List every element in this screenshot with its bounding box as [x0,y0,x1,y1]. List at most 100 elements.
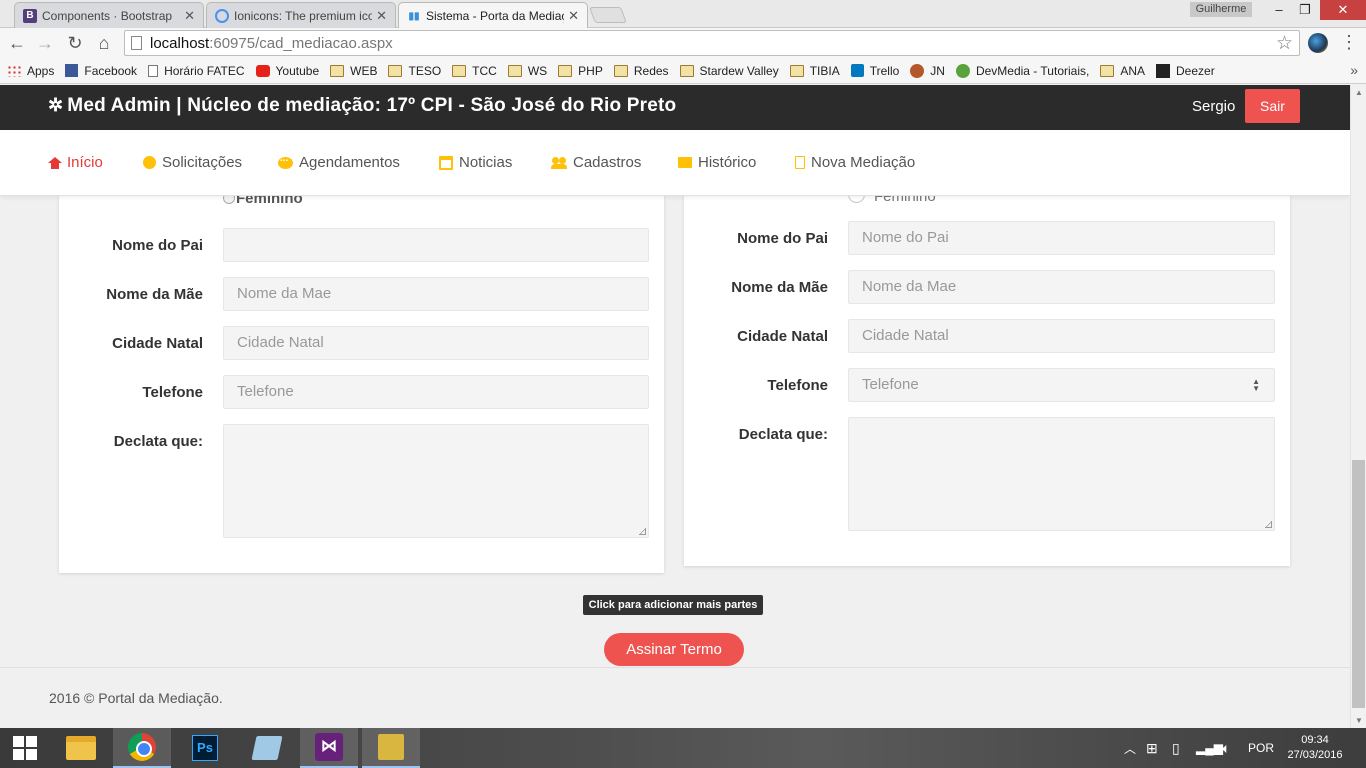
back-icon[interactable]: ← [6,32,28,54]
tray-windows-icon[interactable]: ⊞ [1146,728,1158,768]
tab-ionicons[interactable]: Ionicons: The premium icon ✕ [206,2,396,28]
resize-grip-icon[interactable] [1265,521,1272,528]
page-footer: 2016 © Portal da Mediação. [0,667,1350,728]
bookmark-star-icon[interactable]: ☆ [1276,32,1293,55]
nav-item-inicio[interactable]: Início [48,154,103,171]
taskbar-file-explorer[interactable] [52,728,110,768]
bookmark-label: Stardew Valley [699,63,779,78]
bookmark-web[interactable]: WEB [330,64,377,78]
close-icon[interactable]: ✕ [184,8,195,24]
tools-icon [378,734,404,760]
bookmark-redes[interactable]: Redes [613,63,669,78]
close-icon[interactable]: ✕ [376,8,387,24]
nav-item-nova-mediacao[interactable]: Nova Mediação [795,154,915,171]
close-icon[interactable]: ✕ [568,8,579,24]
address-bar[interactable]: localhost:60975/cad_mediacao.aspx ☆ [124,30,1300,56]
bookmark-label: Facebook [84,63,138,78]
devmedia-icon [955,63,970,78]
bookmark-devmedia[interactable]: DevMedia - Tutoriais, [955,63,1089,78]
bookmark-tibia[interactable]: TIBIA [789,64,840,78]
user-name[interactable]: Sergio [1192,98,1235,115]
chart-icon: ▮▮ [408,10,420,22]
menu-icon[interactable]: ⋮ [1340,32,1358,53]
birth-city-input[interactable]: Cidade Natal [848,319,1275,353]
window-close-icon[interactable]: ✕ [1320,0,1366,20]
bookmark-facebook[interactable]: Facebook [65,64,137,78]
home-button-icon[interactable]: ⌂ [93,32,115,54]
taskbar-notes[interactable] [238,728,296,768]
scroll-down-icon[interactable]: ▼ [1355,716,1363,725]
tab-bootstrap[interactable]: B Components · Bootstrap ✕ [14,2,204,28]
bookmark-jn[interactable]: JN [910,63,945,78]
taskbar-tool[interactable] [362,728,420,768]
bookmark-deezer[interactable]: Deezer [1156,63,1215,78]
system-clock[interactable]: 09:34 27/03/2016 [1280,733,1350,763]
tab-sistema[interactable]: ▮▮ Sistema - Porta da Mediação ✕ [398,2,588,29]
bookmark-teso[interactable]: TESO [388,64,441,78]
bookmark-youtube[interactable]: Youtube [255,63,320,78]
nav-item-historico[interactable]: Histórico [678,154,756,171]
profile-button[interactable]: Guilherme [1190,2,1252,17]
new-tab-button[interactable] [589,7,627,23]
page-icon [131,36,142,50]
nav-item-cadastros[interactable]: Cadastros [551,154,642,171]
bookmark-tcc[interactable]: TCC [452,64,497,78]
nav-label: Agendamentos [299,154,400,171]
nav-item-solicitacoes[interactable]: Solicitações [143,154,242,171]
bookmark-label: Youtube [275,63,320,78]
battery-icon[interactable]: ▯ [1172,728,1180,768]
page-scrollbar[interactable]: ▲ ▼ [1350,85,1366,728]
taskbar-photoshop[interactable]: Ps [176,728,234,768]
taskbar: Ps ⋈ ︿ ⊞ ▯ ▂▄▆ 🔈︎ POR 09:34 27/03/2016 [0,728,1366,768]
tray-up-arrow-icon[interactable]: ︿ [1124,728,1136,768]
logout-button[interactable]: Sair [1245,89,1300,123]
taskbar-visual-studio[interactable]: ⋈ [300,728,358,768]
sign-term-button[interactable]: Assinar Termo [604,633,744,666]
url-path: :60975/cad_mediacao.aspx [209,34,393,52]
scroll-up-icon[interactable]: ▲ [1355,88,1363,97]
resize-grip-icon[interactable] [639,528,646,535]
clock-time: 09:34 [1301,734,1329,746]
father-name-input[interactable]: Nome do Pai [848,221,1275,255]
bookmark-label: Redes [633,63,669,78]
extension-icon[interactable] [1308,33,1328,53]
mother-name-input[interactable]: Nome da Mae [223,277,649,311]
folder-icon [66,736,96,760]
declares-textarea[interactable] [848,417,1275,531]
scrollbar-thumb[interactable] [1352,460,1365,708]
reload-icon[interactable]: ↻ [64,32,86,54]
bookmark-ws[interactable]: WS [507,64,547,78]
network-icon[interactable]: ▂▄▆ [1196,728,1223,768]
nav-label: Noticias [459,154,513,171]
bookmark-label: ANA [1120,63,1146,78]
bookmark-stardew-valley[interactable]: Stardew Valley [679,63,779,78]
forward-icon[interactable]: → [34,32,56,54]
nav-label: Cadastros [573,154,642,171]
phone-input[interactable]: Telefone [223,375,649,409]
phone-input[interactable]: Telefone ▲ ▼ [848,368,1275,402]
number-spinner-icon[interactable]: ▲ ▼ [1252,378,1260,393]
volume-icon[interactable]: 🔈︎ [1222,728,1230,768]
nav-item-noticias[interactable]: Noticias [439,154,512,171]
father-name-input[interactable] [223,228,649,262]
maximize-icon[interactable]: ❐ [1290,0,1320,20]
start-button[interactable] [0,728,50,768]
more-bookmarks-icon[interactable]: » [1350,62,1358,78]
folder-icon [330,64,345,77]
nav-item-agendamentos[interactable]: Agendamentos [278,153,400,171]
folder-icon [452,64,467,77]
phone-label: Telefone [767,377,828,394]
bookmark-trello[interactable]: Trello [850,64,899,78]
birth-city-input[interactable]: Cidade Natal [223,326,649,360]
language-indicator[interactable]: POR [1248,728,1274,768]
bookmark-apps[interactable]: Apps [7,64,54,78]
mother-name-input[interactable]: Nome da Mae [848,270,1275,304]
bookmark-horario-fatec[interactable]: Horário FATEC [148,64,245,78]
folder-icon [507,64,522,77]
bookmark-php[interactable]: PHP [558,64,603,78]
declares-label: Declata que: [738,426,828,443]
bookmark-ana[interactable]: ANA [1100,64,1145,78]
mother-name-label: Nome da Mãe [106,286,203,303]
taskbar-chrome[interactable] [113,728,171,768]
declares-textarea[interactable] [223,424,649,538]
